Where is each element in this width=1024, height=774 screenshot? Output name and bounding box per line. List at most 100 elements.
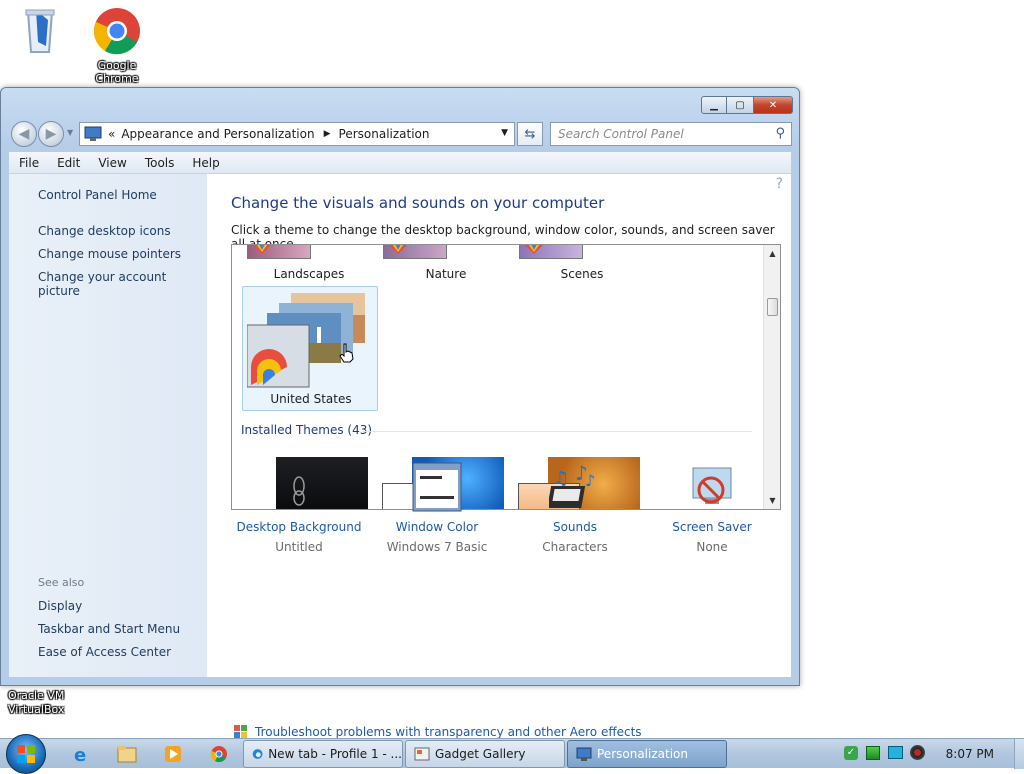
screen-saver-option[interactable]: Screen Saver None — [642, 460, 782, 554]
network-icon[interactable] — [866, 746, 880, 760]
taskbar-pin-explorer[interactable] — [111, 742, 143, 766]
taskbar-task-new-tab[interactable]: New tab - Profile 1 - ... — [243, 740, 403, 768]
taskbar-pin-media-player[interactable] — [157, 742, 189, 766]
desktop-icon-recycle-bin[interactable] — [0, 6, 80, 59]
taskbar-task-personalization[interactable]: Personalization — [567, 740, 727, 768]
window-controls: ▁ ▢ ✕ — [701, 96, 793, 114]
theme-label-scenes[interactable]: Scenes — [517, 267, 647, 281]
menu-bar: File Edit View Tools Help — [9, 152, 791, 174]
address-bar[interactable]: « Appearance and Personalization ▶ Perso… — [79, 122, 515, 146]
taskbar: e New tab - Profile 1 - ... Gadget Galle… — [0, 734, 1024, 774]
united-states-theme-thumbnail — [247, 293, 365, 388]
help-icon[interactable]: ? — [776, 176, 783, 192]
menu-help[interactable]: Help — [182, 156, 227, 170]
back-arrow-icon: ◀ — [18, 126, 30, 142]
display-link[interactable]: Display — [38, 599, 82, 613]
main-content: ? Change the visuals and sounds on your … — [207, 174, 791, 739]
theme-label-landscapes[interactable]: Landscapes — [244, 267, 374, 281]
desktop-icon-virtualbox[interactable]: Oracle VM VirtualBox — [8, 689, 78, 717]
personalization-icon — [576, 747, 592, 761]
ease-of-access-link[interactable]: Ease of Access Center — [38, 645, 171, 659]
recycle-bin-icon — [25, 9, 55, 53]
breadcrumb-separator-icon[interactable]: ▶ — [324, 129, 331, 139]
window-color-option[interactable]: Window Color Windows 7 Basic — [367, 460, 507, 554]
search-input[interactable]: Search Control Panel ⚲ — [550, 122, 792, 146]
chrome-icon — [210, 746, 227, 763]
change-desktop-icons-link[interactable]: Change desktop icons — [38, 224, 171, 238]
refresh-button[interactable]: ⇆ — [517, 122, 543, 146]
show-desktop-button[interactable] — [1014, 739, 1024, 769]
windows-logo-icon — [17, 745, 35, 763]
address-chevrons[interactable]: « — [108, 127, 115, 141]
search-icon[interactable]: ⚲ — [775, 126, 785, 141]
menu-edit[interactable]: Edit — [47, 156, 88, 170]
screen-saver-link[interactable]: Screen Saver — [642, 520, 782, 534]
search-placeholder: Search Control Panel — [558, 127, 684, 141]
clock[interactable]: 8:07 PM — [946, 747, 994, 761]
svg-text:♪: ♪ — [585, 471, 595, 490]
maximize-button[interactable]: ▢ — [727, 96, 753, 114]
menu-file[interactable]: File — [9, 156, 47, 170]
change-account-picture-link[interactable]: Change your account picture — [38, 270, 207, 298]
color-wheel-icon — [389, 245, 407, 254]
taskbar-start-menu-link[interactable]: Taskbar and Start Menu — [38, 622, 180, 636]
media-player-icon — [165, 746, 181, 762]
desktop-background-option[interactable]: Desktop Background Untitled — [229, 460, 369, 554]
navigation-bar: ◀ ▶ ▼ « Appearance and Personalization ▶… — [9, 120, 792, 147]
forward-arrow-icon: ▶ — [45, 126, 57, 142]
taskbar-task-gadget-gallery[interactable]: Gadget Gallery — [405, 740, 565, 768]
scroll-up-icon[interactable]: ▲ — [764, 245, 780, 262]
section-divider — [362, 431, 752, 432]
see-also-heading: See also — [38, 576, 85, 589]
edge-icon — [252, 749, 263, 759]
display-icon[interactable] — [888, 746, 903, 759]
desktop-background-link[interactable]: Desktop Background — [229, 520, 369, 534]
explorer-icon — [117, 746, 137, 763]
hand-pointer-cursor-icon — [339, 343, 354, 363]
desktop-icon-label: Google Chrome — [95, 59, 139, 85]
sounds-link[interactable]: Sounds — [505, 520, 645, 534]
task-label: New tab - Profile 1 - ... — [268, 747, 402, 761]
desktop-icon-chrome[interactable]: Google Chrome — [77, 6, 157, 85]
recent-pages-chevron-icon[interactable]: ▼ — [67, 128, 73, 137]
address-dropdown-icon[interactable]: ▼ — [501, 128, 508, 138]
webcam-icon[interactable] — [910, 745, 925, 760]
security-shield-icon[interactable]: ✓ — [844, 746, 858, 760]
landscapes-thumbnail[interactable] — [247, 245, 311, 259]
theme-united-states[interactable]: United States — [242, 286, 378, 411]
task-label: Personalization — [597, 747, 688, 761]
window-color-link[interactable]: Window Color — [367, 520, 507, 534]
gadget-icon — [414, 747, 430, 761]
breadcrumb-personalization[interactable]: Personalization — [339, 127, 430, 141]
menu-tools[interactable]: Tools — [135, 156, 183, 170]
installed-themes-heading: Installed Themes (43) — [241, 423, 373, 437]
page-title: Change the visuals and sounds on your co… — [231, 194, 605, 212]
control-panel-home-link[interactable]: Control Panel Home — [38, 188, 157, 202]
sounds-value: Characters — [542, 540, 608, 554]
troubleshoot-label[interactable]: Troubleshoot problems with transparency … — [255, 725, 642, 739]
window-color-value: Windows 7 Basic — [386, 540, 488, 554]
menu-view[interactable]: View — [88, 156, 134, 170]
breadcrumb-appearance[interactable]: Appearance and Personalization — [121, 127, 314, 141]
minimize-button[interactable]: ▁ — [701, 96, 727, 114]
color-wheel-icon — [525, 245, 543, 254]
control-panel-icon — [84, 126, 102, 141]
back-button[interactable]: ◀ — [11, 121, 37, 147]
sounds-option[interactable]: ♫ ♪ ♪ Sounds Characters — [505, 460, 645, 554]
start-button[interactable] — [6, 734, 46, 774]
close-button[interactable]: ✕ — [753, 96, 793, 114]
desktop-background-icon — [293, 476, 305, 506]
scenes-thumbnail[interactable] — [519, 245, 583, 259]
theme-label-united-states[interactable]: United States — [246, 392, 376, 406]
nature-thumbnail[interactable] — [383, 245, 447, 259]
scroll-thumb[interactable] — [767, 298, 778, 316]
forward-button[interactable]: ▶ — [38, 121, 64, 147]
change-mouse-pointers-link[interactable]: Change mouse pointers — [38, 247, 181, 261]
left-task-pane: Control Panel Home Change desktop icons … — [9, 174, 207, 677]
taskbar-pin-internet-explorer[interactable]: e — [66, 742, 98, 766]
taskbar-pin-chrome[interactable] — [203, 742, 235, 766]
theme-label-nature[interactable]: Nature — [381, 267, 511, 281]
internet-explorer-icon: e — [74, 745, 86, 764]
svg-text:e: e — [74, 745, 86, 764]
system-tray: ✓ 8:07 PM — [838, 739, 1024, 769]
